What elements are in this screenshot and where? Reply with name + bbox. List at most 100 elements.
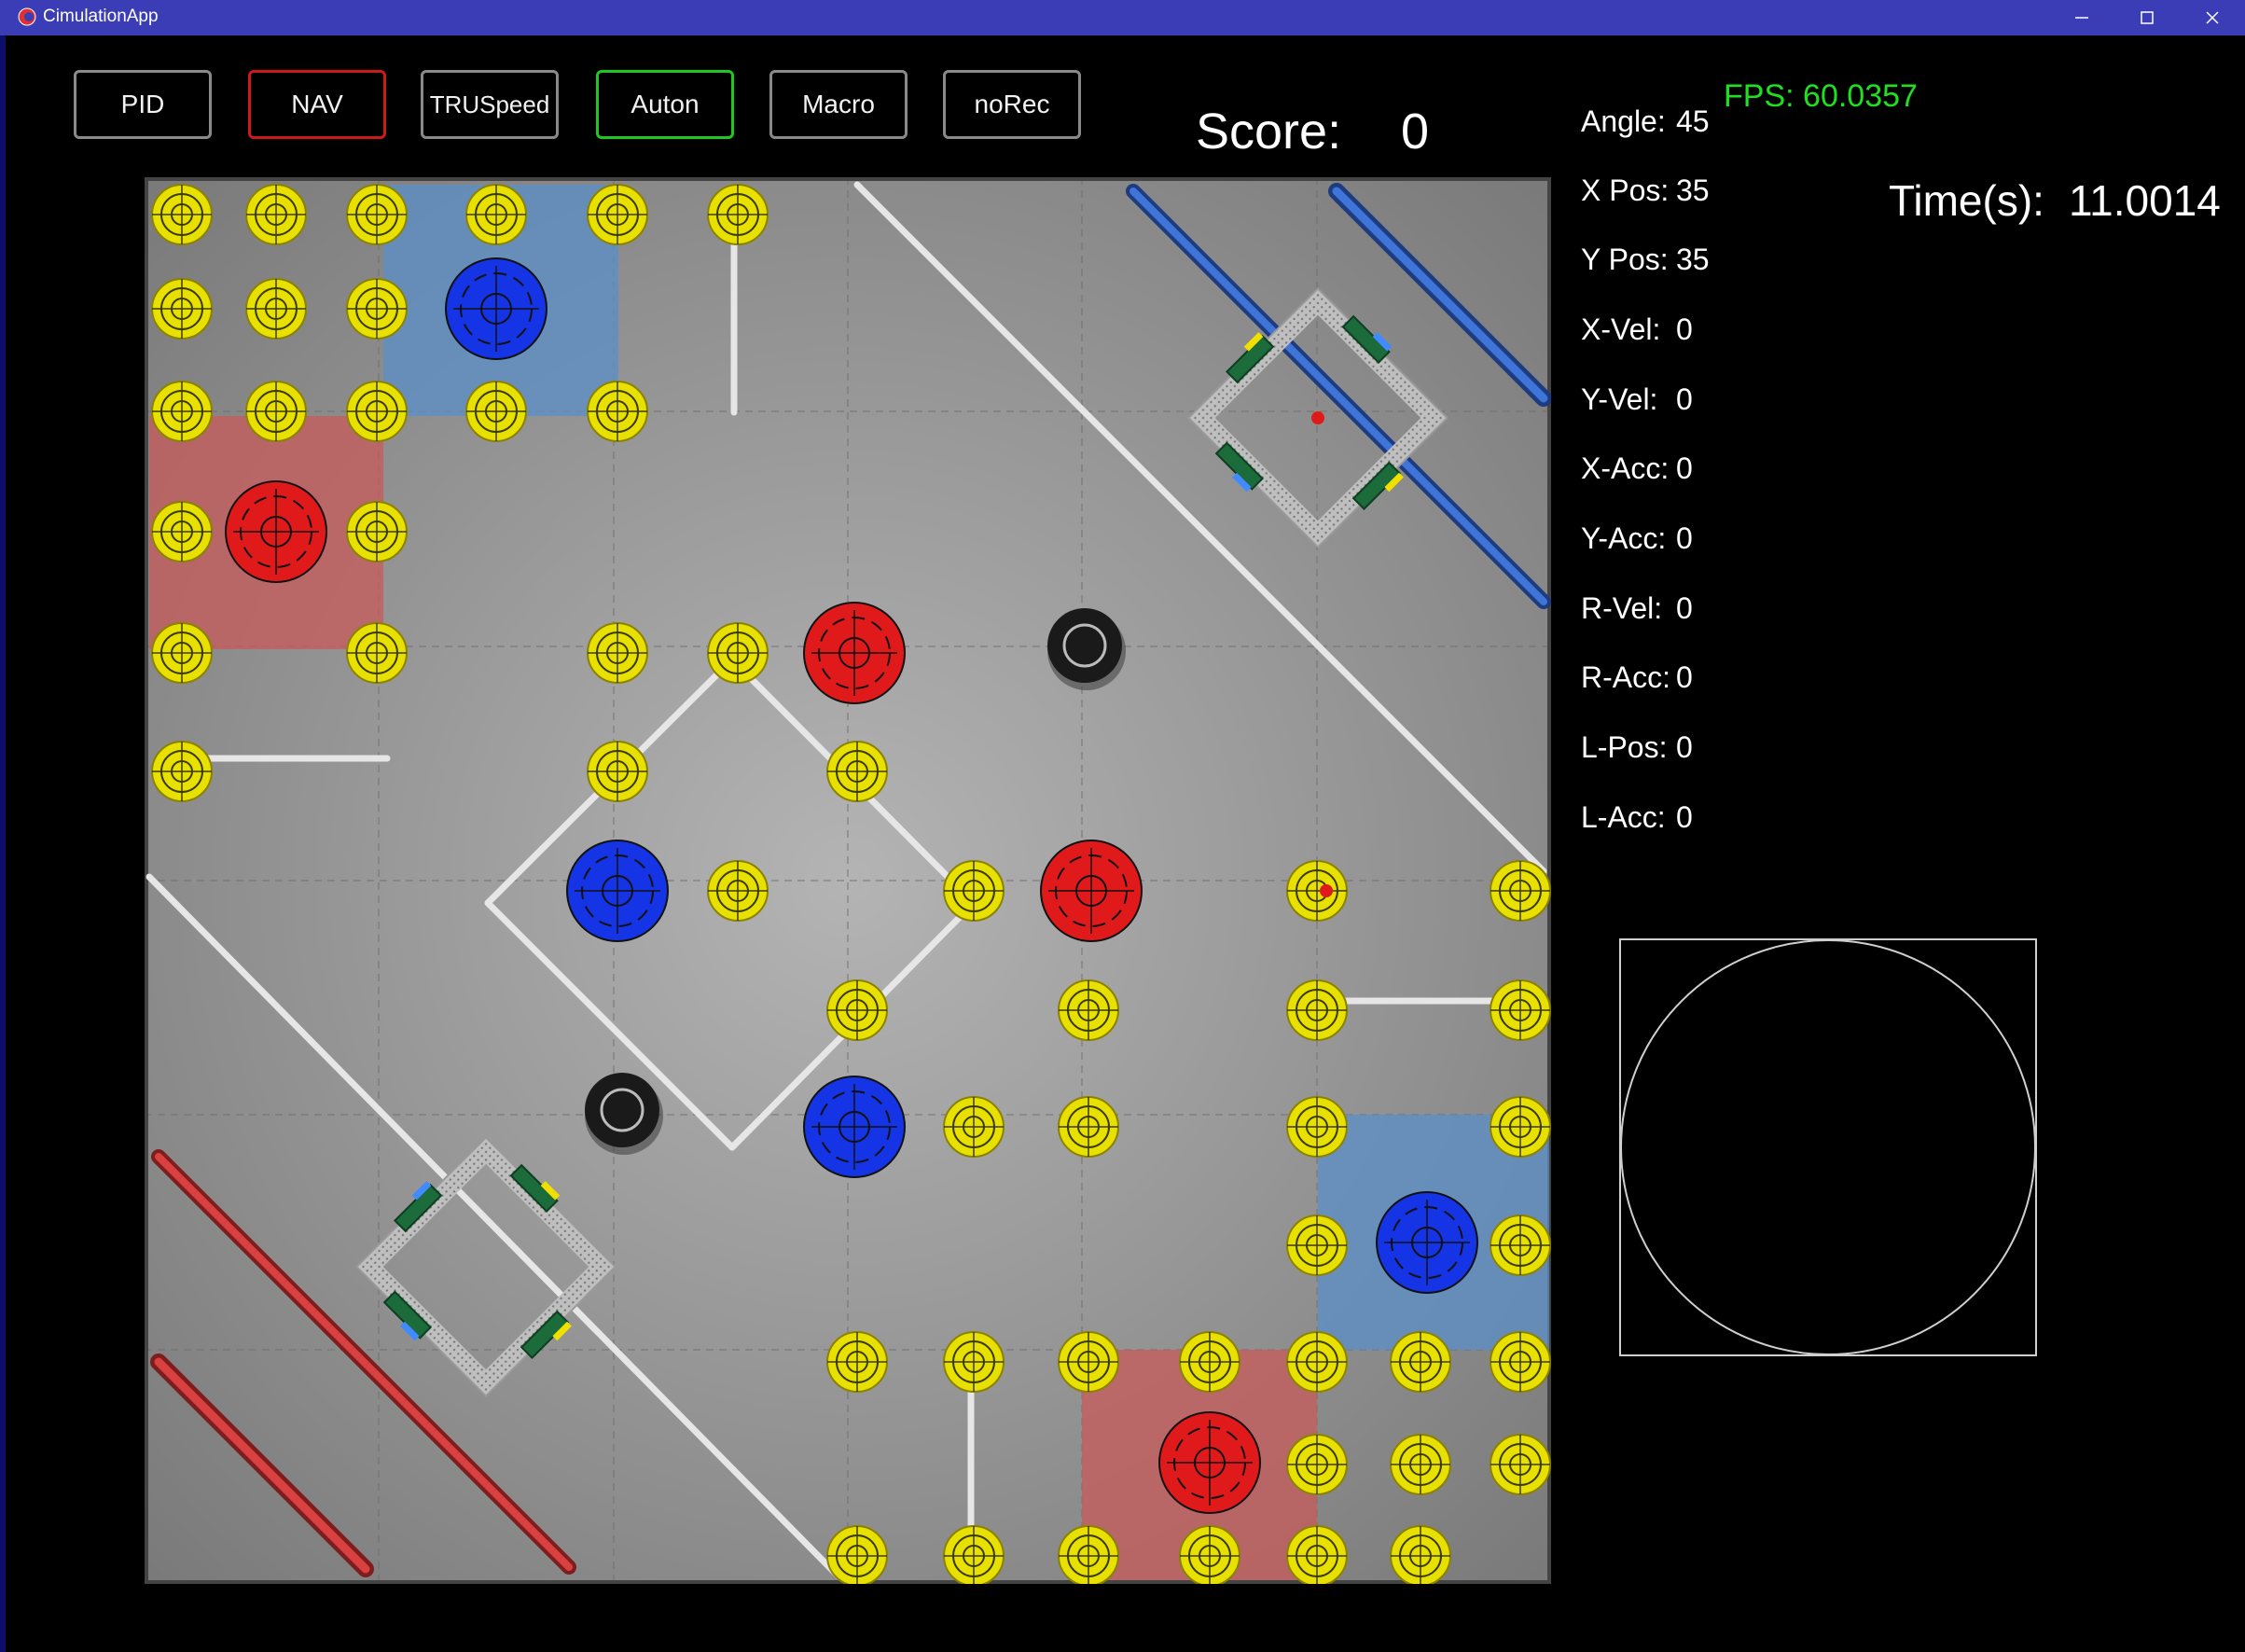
goal-blue[interactable] bbox=[1376, 1191, 1478, 1294]
stat-label: X Pos: bbox=[1581, 174, 1670, 207]
fps-readout: FPS: 60.0357 bbox=[1724, 78, 1918, 115]
ring[interactable] bbox=[1286, 979, 1348, 1041]
ring[interactable] bbox=[587, 381, 648, 442]
stat-x-vel: X-Vel: 0 bbox=[1581, 312, 1693, 347]
stat-l-acc: L-Acc: 0 bbox=[1581, 800, 1693, 835]
ring[interactable] bbox=[1490, 1215, 1551, 1276]
pid-button[interactable]: PID bbox=[74, 70, 212, 139]
ring[interactable] bbox=[151, 278, 213, 340]
ring[interactable] bbox=[1058, 1331, 1119, 1393]
ring[interactable] bbox=[943, 1525, 1005, 1584]
game-field[interactable] bbox=[145, 177, 1551, 1584]
maximize-button[interactable] bbox=[2114, 0, 2180, 35]
goal-red[interactable] bbox=[1158, 1411, 1261, 1514]
stat-y-vel: Y-Vel: 0 bbox=[1581, 382, 1693, 417]
ring[interactable] bbox=[826, 741, 888, 802]
ring[interactable] bbox=[1490, 1434, 1551, 1495]
ring[interactable] bbox=[1390, 1331, 1451, 1393]
ring[interactable] bbox=[1490, 1096, 1551, 1158]
ring[interactable] bbox=[943, 860, 1005, 922]
ring[interactable] bbox=[151, 381, 213, 442]
stat-value: 0 bbox=[1676, 660, 1693, 694]
ring[interactable] bbox=[346, 278, 408, 340]
goal-blue[interactable] bbox=[445, 257, 547, 360]
ring[interactable] bbox=[245, 278, 307, 340]
ring[interactable] bbox=[346, 622, 408, 684]
ring[interactable] bbox=[943, 1096, 1005, 1158]
ring[interactable] bbox=[1058, 979, 1119, 1041]
score-label: Score: bbox=[1196, 104, 1342, 160]
stat-value: 0 bbox=[1676, 312, 1693, 346]
minimize-button[interactable] bbox=[2049, 0, 2114, 35]
ring[interactable] bbox=[826, 1525, 888, 1584]
ring[interactable] bbox=[707, 622, 769, 684]
stat-value: 0 bbox=[1676, 800, 1693, 834]
truspeed-button[interactable]: TRUSpeed bbox=[421, 70, 559, 139]
stat-r-vel: R-Vel: 0 bbox=[1581, 591, 1693, 626]
close-button[interactable] bbox=[2180, 0, 2245, 35]
ring[interactable] bbox=[346, 381, 408, 442]
ring[interactable] bbox=[1390, 1434, 1451, 1495]
ring[interactable] bbox=[707, 184, 769, 245]
goal-blue[interactable] bbox=[803, 1076, 906, 1178]
time-value: 11.0014 bbox=[2069, 176, 2221, 225]
ring[interactable] bbox=[1179, 1331, 1240, 1393]
ring[interactable] bbox=[465, 184, 527, 245]
stat-label: L-Pos: bbox=[1581, 730, 1668, 764]
ring[interactable] bbox=[587, 184, 648, 245]
ring[interactable] bbox=[346, 184, 408, 245]
ring[interactable] bbox=[1058, 1096, 1119, 1158]
ring[interactable] bbox=[1286, 860, 1348, 922]
time-label: Time(s): bbox=[1889, 176, 2044, 225]
ring[interactable] bbox=[245, 184, 307, 245]
ring[interactable] bbox=[587, 622, 648, 684]
stat-value: 45 bbox=[1676, 104, 1710, 138]
macro-button[interactable]: Macro bbox=[769, 70, 908, 139]
ring[interactable] bbox=[826, 979, 888, 1041]
nav-button[interactable]: NAV bbox=[248, 70, 386, 139]
ring[interactable] bbox=[346, 501, 408, 562]
goal-red[interactable] bbox=[1040, 840, 1143, 942]
stat-value: 0 bbox=[1676, 730, 1693, 764]
pid-button-label: PID bbox=[120, 90, 165, 118]
fps-value: 60.0357 bbox=[1803, 78, 1918, 114]
ring[interactable] bbox=[1286, 1096, 1348, 1158]
stat-label: X-Acc: bbox=[1581, 451, 1670, 485]
ring[interactable] bbox=[1390, 1525, 1451, 1584]
title-bar: CimulationApp bbox=[0, 0, 2245, 35]
ring[interactable] bbox=[1179, 1525, 1240, 1584]
desktop-edge bbox=[0, 35, 6, 1652]
goal-blue[interactable] bbox=[566, 840, 669, 942]
stat-value: 35 bbox=[1676, 174, 1710, 207]
truspeed-button-label: TRUSpeed bbox=[429, 90, 550, 118]
norec-button[interactable]: noRec bbox=[943, 70, 1081, 139]
ring[interactable] bbox=[151, 501, 213, 562]
ring[interactable] bbox=[707, 860, 769, 922]
goal-red[interactable] bbox=[225, 480, 327, 583]
ring[interactable] bbox=[1286, 1331, 1348, 1393]
ring[interactable] bbox=[245, 381, 307, 442]
stat-y-acc: Y-Acc: 0 bbox=[1581, 521, 1693, 556]
joystick-indicator bbox=[1619, 938, 2037, 1356]
ring[interactable] bbox=[826, 1331, 888, 1393]
stat-value: 0 bbox=[1676, 382, 1693, 416]
goal-red[interactable] bbox=[803, 602, 906, 704]
norec-button-label: noRec bbox=[974, 90, 1050, 118]
ring[interactable] bbox=[151, 741, 213, 802]
score-value: 0 bbox=[1401, 104, 1430, 160]
stat-x-pos: X Pos: 35 bbox=[1581, 174, 1710, 208]
ring[interactable] bbox=[943, 1331, 1005, 1393]
ring[interactable] bbox=[465, 381, 527, 442]
auton-button[interactable]: Auton bbox=[596, 70, 734, 139]
ring[interactable] bbox=[587, 741, 648, 802]
ring[interactable] bbox=[1058, 1525, 1119, 1584]
ring[interactable] bbox=[1286, 1215, 1348, 1276]
ring[interactable] bbox=[1286, 1525, 1348, 1584]
ring[interactable] bbox=[151, 622, 213, 684]
ring[interactable] bbox=[1490, 1331, 1551, 1393]
ring[interactable] bbox=[1286, 1434, 1348, 1495]
ring[interactable] bbox=[1490, 860, 1551, 922]
auton-button-label: Auton bbox=[631, 90, 700, 118]
ring[interactable] bbox=[151, 184, 213, 245]
ring[interactable] bbox=[1490, 979, 1551, 1041]
